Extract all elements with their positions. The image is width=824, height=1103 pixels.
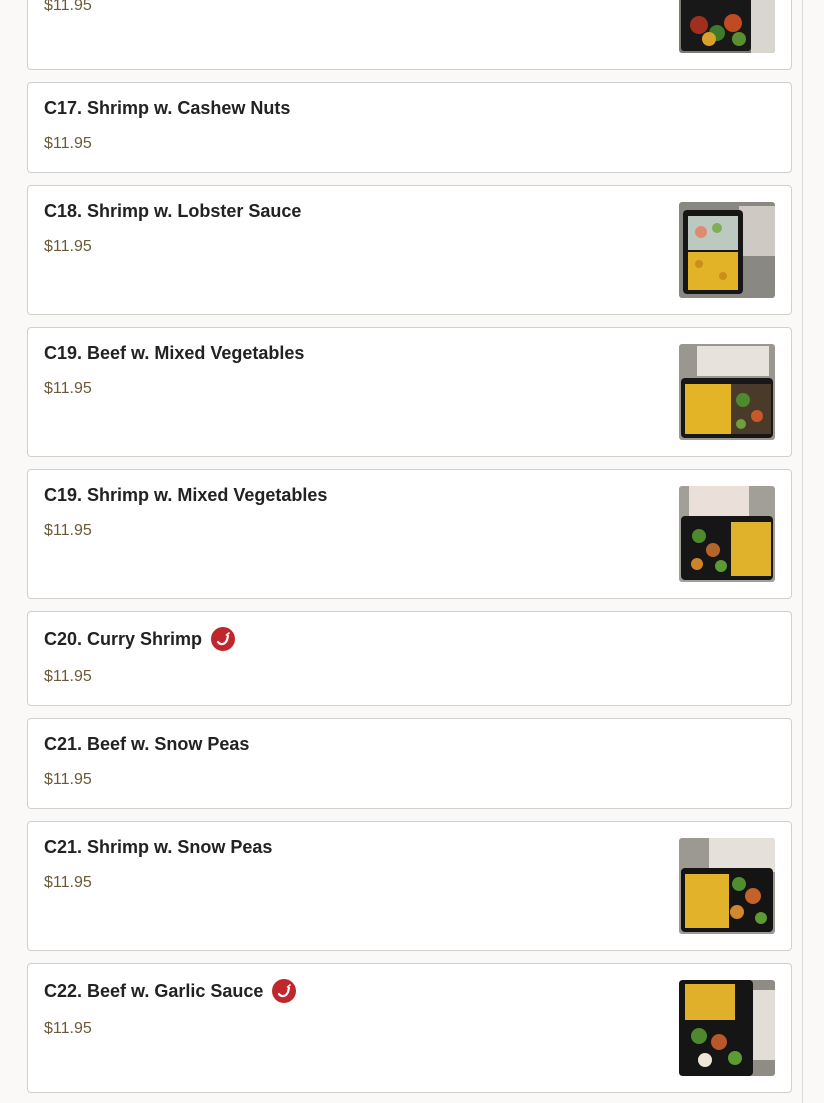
menu-item-title: C19. Beef w. Mixed Vegetables (44, 343, 304, 364)
page-scroll-edge (802, 0, 803, 1103)
menu-item-title-text: C17. Shrimp w. Cashew Nuts (44, 98, 291, 118)
menu-item-title-text: C19. Beef w. Mixed Vegetables (44, 343, 305, 363)
menu-item-photo (679, 486, 775, 582)
menu-item-photo (679, 344, 775, 440)
menu-item-price: $11.95 (44, 380, 92, 397)
menu-item-title: C17. Shrimp w. Cashew Nuts (44, 98, 290, 119)
menu-item-title: C22. Beef w. Garlic Sauce (44, 979, 297, 1003)
menu-item-title-text: C18. Shrimp w. Lobster Sauce (44, 201, 302, 221)
menu-item-title: C19. Shrimp w. Mixed Vegetables (44, 485, 327, 506)
menu-item-card[interactable]: C21. Beef w. Snow Peas $11.95 (27, 718, 792, 809)
menu-item-photo (679, 980, 775, 1076)
menu-item-title-text: C20. Curry Shrimp (44, 628, 203, 649)
menu-item-card[interactable]: C22. Beef w. Garlic Sauce $11.95 (27, 963, 792, 1093)
menu-item-title: C20. Curry Shrimp (44, 627, 236, 651)
menu-item-price: $11.95 (44, 522, 92, 539)
menu-item-title-text: C21. Shrimp w. Snow Peas (44, 837, 273, 857)
menu-item-price: $11.95 (44, 238, 92, 255)
menu-item-price: $11.95 (44, 135, 92, 152)
chili-pepper-icon (272, 979, 297, 1003)
menu-item-photo (679, 0, 775, 53)
menu-item-title: C21. Shrimp w. Snow Peas (44, 837, 272, 858)
menu-item-card[interactable]: C17. Shrimp w. Cashew Nuts $11.95 (27, 82, 792, 173)
menu-item-price: $11.95 (44, 771, 92, 788)
menu-item-card[interactable]: $11.95 (27, 0, 792, 70)
menu-item-title-text: C19. Shrimp w. Mixed Vegetables (44, 485, 328, 505)
menu-item-photo (679, 838, 775, 934)
menu-item-title-text: C22. Beef w. Garlic Sauce (44, 980, 264, 1001)
menu-item-price: $11.95 (44, 668, 92, 685)
chili-pepper-icon (211, 627, 236, 651)
menu-item-photo (679, 202, 775, 298)
menu-item-card[interactable]: C19. Shrimp w. Mixed Vegetables $11.95 (27, 469, 792, 599)
menu-item-price: $11.95 (44, 1020, 92, 1037)
menu-item-title: C21. Beef w. Snow Peas (44, 734, 249, 755)
menu-item-price: $11.95 (44, 874, 92, 891)
menu-item-price: $11.95 (44, 0, 92, 14)
menu-item-card[interactable]: C19. Beef w. Mixed Vegetables $11.95 (27, 327, 792, 457)
menu-item-card[interactable]: C18. Shrimp w. Lobster Sauce $11.95 (27, 185, 792, 315)
menu-item-card[interactable]: C21. Shrimp w. Snow Peas $11.95 (27, 821, 792, 951)
menu-item-title-text: C21. Beef w. Snow Peas (44, 734, 250, 754)
menu-item-card[interactable]: C20. Curry Shrimp $11.95 (27, 611, 792, 706)
menu-item-title: C18. Shrimp w. Lobster Sauce (44, 201, 301, 222)
